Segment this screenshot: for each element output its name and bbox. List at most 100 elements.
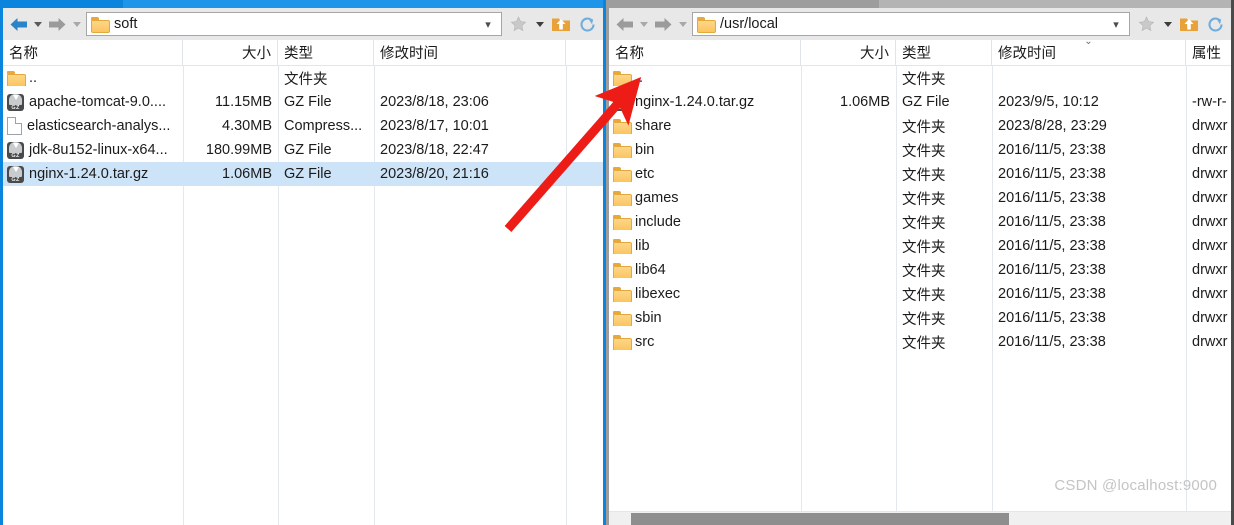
size-label: 180.99MB — [205, 142, 272, 158]
column-header-name[interactable]: 名称 — [609, 40, 801, 65]
type-label: 文件夹 — [902, 143, 946, 160]
forward-history-dropdown-right[interactable] — [676, 10, 689, 38]
attrs-label: drwxr — [1192, 166, 1228, 182]
table-row[interactable]: include 文件夹 2016/11/5, 23:38 drwxr — [609, 210, 1231, 234]
table-row[interactable]: GZ nginx-1.24.0.tar.gz 1.06MB GZ File 2023/8… — [3, 162, 603, 186]
column-header-name[interactable]: 名称 ⌃ — [3, 40, 183, 65]
csdn-watermark: CSDN @localhost:9000 — [1054, 477, 1217, 494]
table-row[interactable]: sbin 文件夹 2016/11/5, 23:38 drwxr — [609, 306, 1231, 330]
refresh-icon[interactable] — [574, 10, 601, 38]
table-row[interactable]: etc 文件夹 2016/11/5, 23:38 drwxr — [609, 162, 1231, 186]
type-label: GZ File — [284, 94, 332, 110]
forward-button-left[interactable] — [44, 10, 70, 38]
column-header-type[interactable]: 类型 — [896, 40, 992, 65]
back-button-left[interactable] — [5, 10, 31, 38]
column-header-label: 大小 — [860, 46, 889, 62]
cell-modified: 2023/8/18, 23:06 — [374, 94, 566, 110]
window-tab-strip-right — [879, 0, 1231, 8]
file-name-label: .. — [635, 70, 644, 86]
table-row[interactable]: src 文件夹 2016/11/5, 23:38 drwxr — [609, 330, 1231, 354]
address-bar-left[interactable]: soft ▾ — [86, 12, 502, 36]
cell-name: include — [609, 214, 801, 230]
attrs-label: drwxr — [1192, 190, 1228, 206]
back-button-right[interactable] — [611, 10, 637, 38]
table-row[interactable]: .. 文件夹 — [609, 66, 1231, 90]
type-label: 文件夹 — [902, 215, 946, 232]
favorite-star-icon[interactable] — [505, 10, 532, 38]
modified-label: 2016/11/5, 23:38 — [998, 238, 1106, 254]
go-up-folder-icon[interactable] — [547, 10, 574, 38]
attrs-label: drwxr — [1192, 214, 1228, 230]
column-header-label: 属性 — [1192, 46, 1221, 62]
refresh-icon[interactable] — [1202, 10, 1229, 38]
chevron-down-icon[interactable]: ▾ — [1107, 18, 1125, 31]
column-header-size[interactable]: 大小 — [801, 40, 896, 65]
file-pane-left: soft ▾ 名称 ⌃ 大小 类型 修改时间 .. 文件夹 GZ apache-… — [0, 0, 606, 525]
favorite-star-icon[interactable] — [1133, 10, 1160, 38]
go-up-folder-icon[interactable] — [1175, 10, 1202, 38]
back-history-dropdown-right[interactable] — [637, 10, 650, 38]
column-header-type[interactable]: 类型 — [278, 40, 374, 65]
cell-name: share — [609, 118, 801, 134]
size-label: 1.06MB — [222, 166, 272, 182]
column-header-label: 名称 — [9, 46, 38, 62]
folder-icon — [613, 191, 632, 206]
column-header-attrs[interactable]: 属性 — [1186, 40, 1231, 65]
table-row[interactable]: lib64 文件夹 2016/11/5, 23:38 drwxr — [609, 258, 1231, 282]
back-history-dropdown-left[interactable] — [31, 10, 44, 38]
cell-name: .. — [3, 70, 183, 86]
cell-attrs: drwxr — [1186, 310, 1231, 326]
file-list-right[interactable]: .. 文件夹 GZ nginx-1.24.0.tar.gz 1.06MB GZ File 2… — [609, 66, 1231, 511]
forward-button-right[interactable] — [650, 10, 676, 38]
folder-icon — [613, 143, 632, 158]
column-header-attrs[interactable] — [566, 40, 603, 65]
cell-modified: 2016/11/5, 23:38 — [992, 214, 1186, 230]
cell-type: 文件夹 — [896, 164, 992, 185]
folder-icon — [7, 71, 26, 86]
table-row[interactable]: games 文件夹 2016/11/5, 23:38 drwxr — [609, 186, 1231, 210]
table-row[interactable]: GZ nginx-1.24.0.tar.gz 1.06MB GZ File 2023/9… — [609, 90, 1231, 114]
modified-label: 2023/8/28, 23:29 — [998, 118, 1107, 134]
file-name-label: etc — [635, 166, 655, 182]
scrollbar-thumb[interactable] — [631, 513, 1009, 525]
type-label: 文件夹 — [902, 71, 946, 88]
type-label: 文件夹 — [902, 191, 946, 208]
table-row[interactable]: share 文件夹 2023/8/28, 23:29 drwxr — [609, 114, 1231, 138]
type-label: 文件夹 — [284, 71, 328, 88]
modified-label: 2016/11/5, 23:38 — [998, 334, 1106, 350]
table-row[interactable]: elasticsearch-analys... 4.30MB Compress...… — [3, 114, 603, 138]
modified-label: 2023/8/17, 10:01 — [380, 118, 489, 134]
column-header-modified[interactable]: 修改时间 — [374, 40, 566, 65]
file-list-left[interactable]: .. 文件夹 GZ apache-tomcat-9.0.... 11.15MB GZ Fi… — [3, 66, 603, 525]
favorite-dropdown-icon[interactable] — [532, 10, 547, 38]
modified-label: 2023/8/18, 22:47 — [380, 142, 489, 158]
folder-icon — [613, 287, 632, 302]
file-name-label: src — [635, 334, 655, 350]
cell-attrs: drwxr — [1186, 286, 1231, 302]
table-row[interactable]: GZ apache-tomcat-9.0.... 11.15MB GZ File 202… — [3, 90, 603, 114]
favorite-dropdown-icon[interactable] — [1160, 10, 1175, 38]
address-bar-path-left: soft — [114, 16, 138, 32]
forward-history-dropdown-left[interactable] — [70, 10, 83, 38]
type-label: 文件夹 — [902, 287, 946, 304]
table-row[interactable]: libexec 文件夹 2016/11/5, 23:38 drwxr — [609, 282, 1231, 306]
cell-type: 文件夹 — [896, 188, 992, 209]
address-bar-right[interactable]: /usr/local ▾ — [692, 12, 1130, 36]
type-label: 文件夹 — [902, 167, 946, 184]
chevron-down-icon[interactable]: ▾ — [479, 18, 497, 31]
table-row[interactable]: GZ jdk-8u152-linux-x64... 180.99MB GZ File 2… — [3, 138, 603, 162]
folder-icon — [613, 215, 632, 230]
table-row[interactable]: .. 文件夹 — [3, 66, 603, 90]
cell-size: 11.15MB — [183, 94, 278, 110]
column-header-size[interactable]: 大小 — [183, 40, 278, 65]
cell-modified: 2023/8/17, 10:01 — [374, 118, 566, 134]
cell-modified: 2023/8/28, 23:29 — [992, 118, 1186, 134]
file-name-label: share — [635, 118, 672, 134]
table-row[interactable]: bin 文件夹 2016/11/5, 23:38 drwxr — [609, 138, 1231, 162]
table-row[interactable]: lib 文件夹 2016/11/5, 23:38 drwxr — [609, 234, 1231, 258]
horizontal-scrollbar-right[interactable] — [609, 511, 1231, 525]
column-header-modified[interactable]: 修改时间 ⌄ — [992, 40, 1186, 65]
arrow-right-icon — [48, 17, 65, 31]
cell-attrs: drwxr — [1186, 190, 1231, 206]
file-name-label: include — [635, 214, 681, 230]
